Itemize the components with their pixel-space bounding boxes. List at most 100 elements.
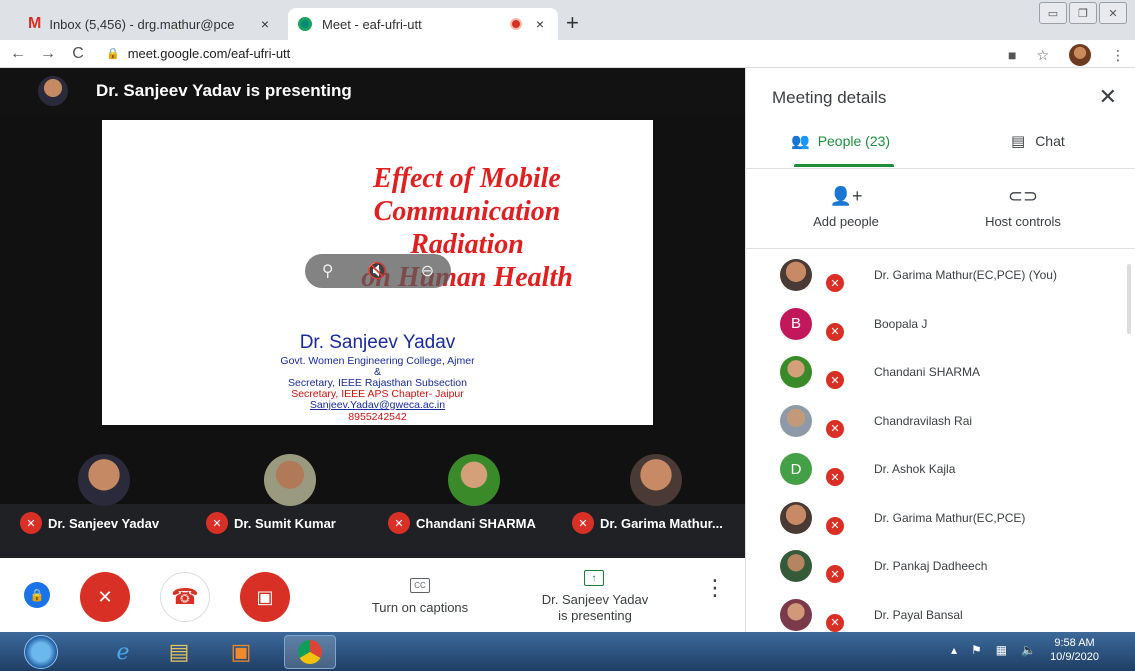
avatar (780, 501, 812, 534)
host-controls-button[interactable]: ⊂⊃ Host controls (968, 186, 1078, 229)
lock-icon[interactable]: 🔒 (106, 47, 120, 60)
participant-tile[interactable]: ✕ Dr. Garima Mathur... (566, 432, 746, 558)
microphone-toggle-button[interactable]: ✕ (80, 572, 130, 622)
camera-icon[interactable]: ■ (1008, 47, 1016, 63)
tab-title: Inbox (5,456) - drg.mathur@pce (49, 16, 235, 32)
list-item[interactable]: ✕ Dr. Payal Bansal (746, 590, 1135, 632)
list-item[interactable]: ✕ Chandravilash Rai (746, 396, 1135, 445)
mic-off-icon: ✕ (97, 586, 113, 607)
list-item[interactable]: ✕ Dr. Pankaj Dadheech (746, 541, 1135, 590)
network-icon[interactable]: ▦ (996, 643, 1007, 657)
tab-people[interactable]: 👥 People (23) (791, 132, 890, 150)
tab-close-icon[interactable]: × (261, 16, 269, 32)
list-item[interactable]: ✕ Dr. Garima Mathur(EC,PCE) (You) (746, 250, 1135, 299)
participant-avatar (630, 454, 682, 506)
captions-icon[interactable]: CC (410, 578, 430, 593)
captions-button[interactable]: Turn on captions (350, 600, 490, 615)
back-icon[interactable]: ← (6, 45, 30, 63)
chrome-logo (298, 640, 322, 664)
more-options-icon[interactable]: ⋮ (704, 577, 726, 599)
new-tab-button[interactable]: + (566, 10, 579, 36)
restore-icon[interactable]: ❐ (1069, 2, 1097, 24)
avatar (780, 598, 812, 631)
action-center-icon[interactable]: ⚑ (971, 643, 982, 657)
list-item[interactable]: ✕ Chandani SHARMA (746, 347, 1135, 396)
security-shield-icon[interactable]: 🔒 (24, 582, 50, 608)
add-people-label: Add people (813, 214, 879, 229)
meet-icon (298, 17, 312, 31)
camera-off-icon: ▣ (256, 586, 274, 607)
presenting-status-button[interactable]: Dr. Sanjeev Yadav is presenting (520, 592, 670, 624)
participant-tiles: ✕ Dr. Sanjeev Yadav ✕ Dr. Sumit Kumar ✕ … (0, 432, 745, 558)
reload-icon[interactable]: C (66, 45, 90, 63)
profile-avatar[interactable] (1069, 44, 1091, 66)
file-explorer-icon[interactable]: ▤ (152, 635, 206, 669)
mute-icon[interactable]: 🔇 (367, 261, 387, 281)
participant-tile[interactable]: ✕ Chandani SHARMA (384, 432, 564, 558)
list-item[interactable]: ✕ Dr. Garima Mathur(EC,PCE) (746, 493, 1135, 542)
leave-call-button[interactable]: ☎ (160, 572, 210, 622)
participant-avatar (448, 454, 500, 506)
media-player-icon[interactable]: ▣ (214, 635, 268, 669)
chrome-icon[interactable] (284, 635, 336, 669)
participant-name: Chandani SHARMA (416, 515, 536, 531)
tab-chat-label: Chat (1035, 133, 1065, 149)
forward-icon[interactable]: → (36, 45, 60, 63)
person-name: Dr. Payal Bansal (874, 607, 963, 622)
active-tab-indicator (794, 164, 894, 167)
start-button[interactable] (24, 635, 58, 669)
participant-name: Dr. Sumit Kumar (234, 515, 336, 531)
person-name: Boopala J (874, 316, 928, 331)
window-controls: ▭ ❐ ✕ (1039, 2, 1127, 24)
list-item[interactable]: B ✕ Boopala J (746, 299, 1135, 348)
avatar (780, 356, 812, 388)
minimize-icon[interactable]: ▭ (1039, 2, 1067, 24)
people-list: ✕ Dr. Garima Mathur(EC,PCE) (You) B ✕ Bo… (746, 250, 1135, 632)
tab-chat[interactable]: ▤ Chat (1011, 132, 1065, 150)
participant-name: Dr. Garima Mathur... (600, 515, 723, 531)
present-screen-icon[interactable]: ↑ (584, 570, 604, 586)
volume-icon[interactable]: 🔈 (1021, 643, 1036, 657)
tab-inbox[interactable]: M Inbox (5,456) - drg.mathur@pce × (28, 8, 283, 40)
gmail-icon: M (28, 15, 42, 32)
tab-meet[interactable]: Meet - eaf-ufri-utt × (288, 8, 558, 40)
person-name: Chandani SHARMA (874, 365, 981, 379)
close-window-icon[interactable]: ✕ (1099, 2, 1127, 24)
mic-off-icon: ✕ (206, 512, 228, 534)
participant-avatar (78, 454, 130, 506)
slide-author: Dr. Sanjeev Yadav (299, 332, 456, 353)
close-panel-icon[interactable]: ✕ (1099, 84, 1117, 110)
url-input[interactable]: meet.google.com/eaf-ufri-utt (128, 46, 291, 61)
recording-icon (509, 18, 522, 30)
browser-menu-icon[interactable]: ⋮ (1111, 47, 1125, 64)
star-icon[interactable]: ☆ (1036, 47, 1049, 64)
person-name: Dr. Garima Mathur(EC,PCE) (You) (874, 268, 1057, 282)
divider (746, 248, 1135, 249)
slide-line: 8955242542 (348, 412, 407, 422)
avatar (780, 259, 812, 291)
pin-icon[interactable]: ⚲ (322, 261, 334, 281)
participant-name: Dr. Sanjeev Yadav (48, 515, 160, 531)
participant-tile[interactable]: ✕ Dr. Sumit Kumar (200, 432, 380, 558)
avatar (780, 550, 812, 582)
list-item[interactable]: D ✕ Dr. Ashok Kajla (746, 444, 1135, 493)
tab-close-icon[interactable]: × (536, 16, 544, 32)
mic-off-icon: ✕ (824, 514, 846, 537)
system-clock[interactable]: 9:58 AM 10/9/2020 (1050, 636, 1099, 664)
host-controls-label: Host controls (985, 214, 1061, 229)
add-people-button[interactable]: 👤+ Add people (806, 186, 886, 229)
toggle-icon: ⊂⊃ (1007, 186, 1039, 206)
person-name: Dr. Ashok Kajla (874, 462, 956, 476)
tab-people-label: People (23) (817, 133, 891, 149)
presenter-avatar (38, 76, 68, 106)
chat-icon: ▤ (1011, 133, 1026, 150)
panel-title: Meeting details (772, 88, 887, 107)
scrollbar[interactable] (1127, 264, 1131, 334)
remove-icon[interactable]: ⊖ (421, 261, 434, 281)
avatar: B (780, 307, 812, 340)
camera-toggle-button[interactable]: ▣ (240, 572, 290, 622)
meeting-details-panel: Meeting details ✕ 👥 People (23) ▤ Chat 👤… (745, 68, 1135, 632)
internet-explorer-icon[interactable]: ℯ (96, 635, 150, 669)
participant-tile[interactable]: ✕ Dr. Sanjeev Yadav (14, 432, 194, 558)
tray-arrow-icon[interactable]: ▴ (951, 643, 957, 657)
